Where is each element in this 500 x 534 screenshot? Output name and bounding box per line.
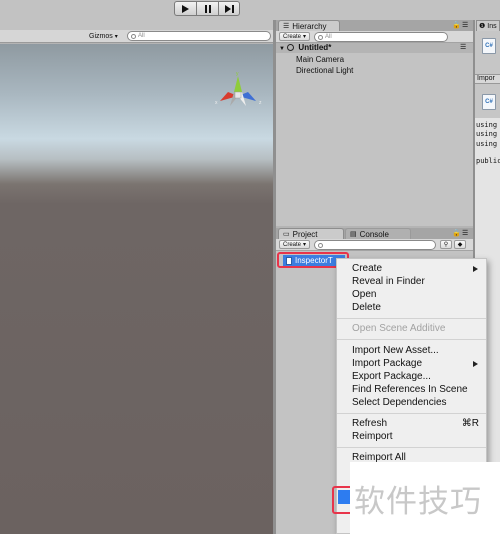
hierarchy-search-input[interactable]: All (314, 32, 448, 42)
hierarchy-tab-label: Hierarchy (292, 21, 327, 31)
filter-by-label-button[interactable]: ◆ (454, 240, 466, 249)
search-icon (131, 33, 136, 39)
code-line: using (476, 121, 498, 129)
lock-icon[interactable]: 🔒 (452, 21, 461, 29)
step-button[interactable] (218, 1, 240, 16)
project-search-input[interactable] (314, 240, 436, 250)
menu-item-export-package[interactable]: Export Package... (352, 371, 431, 382)
project-toolbar: Create ▾ ⚲ ◆ (276, 239, 473, 251)
filter-by-type-button[interactable]: ⚲ (440, 240, 452, 249)
submenu-arrow-icon (473, 266, 478, 272)
scene-search-input[interactable]: All (127, 31, 271, 41)
tab-inspector[interactable]: ❶ Ins (476, 20, 500, 31)
import-label: Impor (477, 75, 495, 82)
inspector-tab-label: Ins (487, 22, 497, 30)
menu-item-reveal-in-finder[interactable]: Reveal in Finder (352, 276, 425, 287)
project-create-dropdown[interactable]: Create ▾ (279, 240, 311, 249)
scene-search-placeholder: All (138, 33, 145, 39)
search-icon (318, 242, 323, 248)
menu-item-open-scene-additive: Open Scene Additive (352, 323, 446, 334)
main-toolbar (0, 0, 500, 20)
axis-gizmo[interactable]: y x z (214, 70, 266, 122)
play-button[interactable] (174, 1, 196, 16)
panel-menu-icon[interactable]: ☰ (462, 229, 468, 237)
hierarchy-search-placeholder: All (325, 34, 332, 40)
chevron-down-icon: ▾ (114, 33, 118, 40)
axis-x-label: x (215, 100, 218, 106)
create-label: Create (283, 33, 302, 40)
menu-separator (337, 318, 486, 319)
tab-project[interactable]: ▭ Project (278, 228, 344, 239)
pause-icon (204, 4, 211, 13)
watermark: 软件技巧 (354, 484, 482, 519)
scene-viewport[interactable]: y x z (0, 44, 273, 534)
console-icon: ▤ (350, 231, 357, 238)
menu-item-select-dependencies[interactable]: Select Dependencies (352, 397, 447, 408)
filter-icon: ⚲ (443, 242, 449, 248)
code-line: using (476, 140, 498, 148)
axis-y-label: y (236, 71, 239, 77)
scene-tabstrip (0, 20, 273, 30)
hierarchy-item-main-camera[interactable]: Main Camera (296, 55, 344, 64)
hierarchy-create-dropdown[interactable]: Create ▾ (279, 32, 311, 41)
menu-item-find-references[interactable]: Find References In Scene (352, 384, 468, 395)
chevron-down-icon: ▾ (303, 242, 307, 248)
scene-root-row[interactable]: ▼ Untitled* (279, 43, 331, 52)
scene-menu-icon[interactable]: ☰ (460, 43, 466, 51)
chevron-down-icon: ▾ (303, 34, 307, 40)
scene-name: Untitled* (298, 43, 332, 52)
menu-separator (337, 413, 486, 414)
folder-icon: ▭ (283, 231, 290, 238)
hierarchy-item-label: Main Camera (296, 55, 345, 64)
menu-separator (337, 447, 486, 448)
menu-item-delete[interactable]: Delete (352, 302, 381, 313)
code-line: public (476, 157, 500, 165)
menu-item-create[interactable]: Create (352, 263, 482, 274)
expand-triangle-icon[interactable]: ▼ (279, 46, 285, 52)
imported-object-header: Impor (475, 74, 500, 84)
playback-controls (174, 1, 240, 16)
code-line: using (476, 130, 498, 138)
step-icon (224, 4, 234, 13)
unity-scene-icon (287, 44, 295, 51)
list-icon: ☰ (283, 23, 290, 30)
hierarchy-toolbar: Create ▾ All (276, 31, 473, 43)
search-icon (318, 34, 323, 40)
project-tab-label: Project (292, 229, 318, 239)
refresh-shortcut: ⌘R (461, 418, 479, 429)
hierarchy-tree (276, 53, 473, 226)
csharp-file-icon: C# (482, 38, 496, 54)
pause-button[interactable] (196, 1, 218, 16)
tab-console[interactable]: ▤ Console (345, 228, 411, 239)
scene-view: Gizmos ▾ All y x z (0, 20, 273, 534)
menu-item-import-package[interactable]: Import Package (352, 358, 422, 369)
gizmos-dropdown[interactable]: Gizmos ▾ (89, 31, 118, 41)
csharp-file-icon: C# (482, 94, 496, 110)
axis-z-label: z (259, 100, 262, 106)
menu-item-reimport[interactable]: Reimport (352, 431, 393, 442)
menu-item-refresh[interactable]: Refresh (352, 418, 387, 429)
tab-hierarchy[interactable]: ☰ Hierarchy (278, 20, 340, 31)
info-icon: ❶ (479, 23, 486, 30)
hierarchy-item-label: Directional Light (296, 66, 354, 75)
tag-icon: ◆ (457, 242, 463, 248)
menu-separator (337, 339, 486, 340)
scene-toolbar: Gizmos ▾ All (0, 30, 273, 43)
play-icon (182, 4, 189, 13)
create-label: Create (283, 241, 302, 248)
panel-menu-icon[interactable]: ☰ (462, 21, 468, 29)
console-tab-label: Console (359, 229, 389, 239)
menu-item-open[interactable]: Open (352, 289, 376, 300)
submenu-arrow-icon (473, 361, 478, 367)
hierarchy-item-directional-light[interactable]: Directional Light (296, 66, 353, 75)
gizmos-label: Gizmos (89, 32, 113, 40)
lock-icon[interactable]: 🔒 (452, 229, 461, 237)
menu-item-import-new-asset[interactable]: Import New Asset... (352, 345, 439, 356)
